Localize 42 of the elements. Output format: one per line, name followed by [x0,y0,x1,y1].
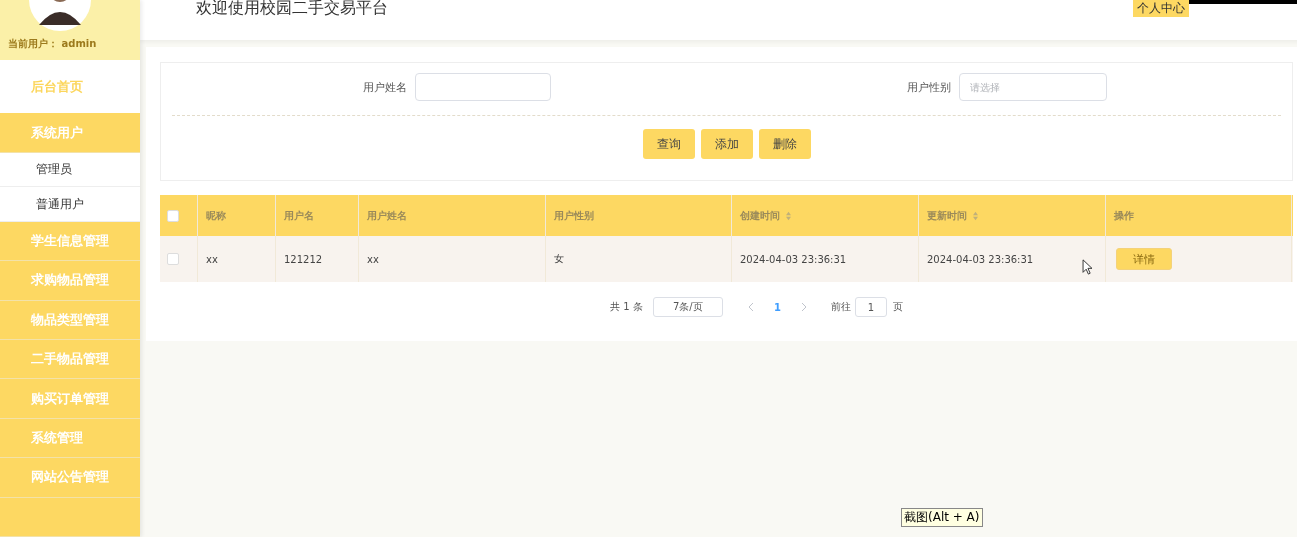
table-cell: xx [206,253,218,265]
checkbox[interactable] [167,253,179,265]
page-title: 欢迎使用校园二手交易平台 [196,0,388,19]
column-header: 操作 [1114,208,1134,223]
current-user-label: 当前用户： admin [8,37,97,52]
table-cell: 121212 [284,253,323,265]
select-field[interactable]: 请选择 [959,73,1107,101]
action-button[interactable]: 删除 [758,129,811,159]
column-header: 用户姓名 [367,208,407,223]
sidebar-subitem[interactable]: 普通用户 [0,187,140,222]
goto-label: 前往 [830,300,851,314]
sort-icon[interactable] [785,210,792,221]
field-label: 用户姓名 [363,79,407,95]
cursor-icon [1082,259,1093,275]
column-header: 用户性别 [554,208,594,223]
sidebar-subitem[interactable]: 管理员 [0,152,140,188]
profile-button[interactable]: 个人中心 [1133,0,1189,17]
sort-icon[interactable] [972,210,979,221]
action-button[interactable]: 查询 [642,129,695,159]
table-cell: 2024-04-03 23:36:31 [740,253,847,265]
page-suffix: 页 [892,300,903,314]
table-cell: 2024-04-03 23:36:31 [927,253,1034,265]
table-cell: xx [367,253,379,265]
table-cell: 女 [554,252,564,266]
goto-page-field[interactable]: 1 [854,297,887,317]
page-size-select[interactable]: 7条/页 [652,297,723,317]
prev-page-icon[interactable] [747,302,754,312]
column-header: 昵称 [206,208,226,223]
input-field[interactable] [415,73,551,101]
column-header: 用户名 [284,208,314,223]
tooltip: 截图(Alt + A) [901,508,983,527]
detail-button[interactable]: 详情 [1116,248,1172,270]
checkbox[interactable] [167,209,179,222]
sidebar-item[interactable] [0,497,140,537]
total-count: 共 1 条 [610,300,643,314]
column-header: 创建时间 [740,208,780,223]
action-button[interactable]: 添加 [700,129,753,159]
field-label: 用户性别 [907,79,951,95]
sidebar-item[interactable]: 后台首页 [0,60,140,114]
next-page-icon[interactable] [800,302,807,312]
page-number[interactable]: 1 [773,301,781,313]
column-header: 更新时间 [927,208,967,223]
